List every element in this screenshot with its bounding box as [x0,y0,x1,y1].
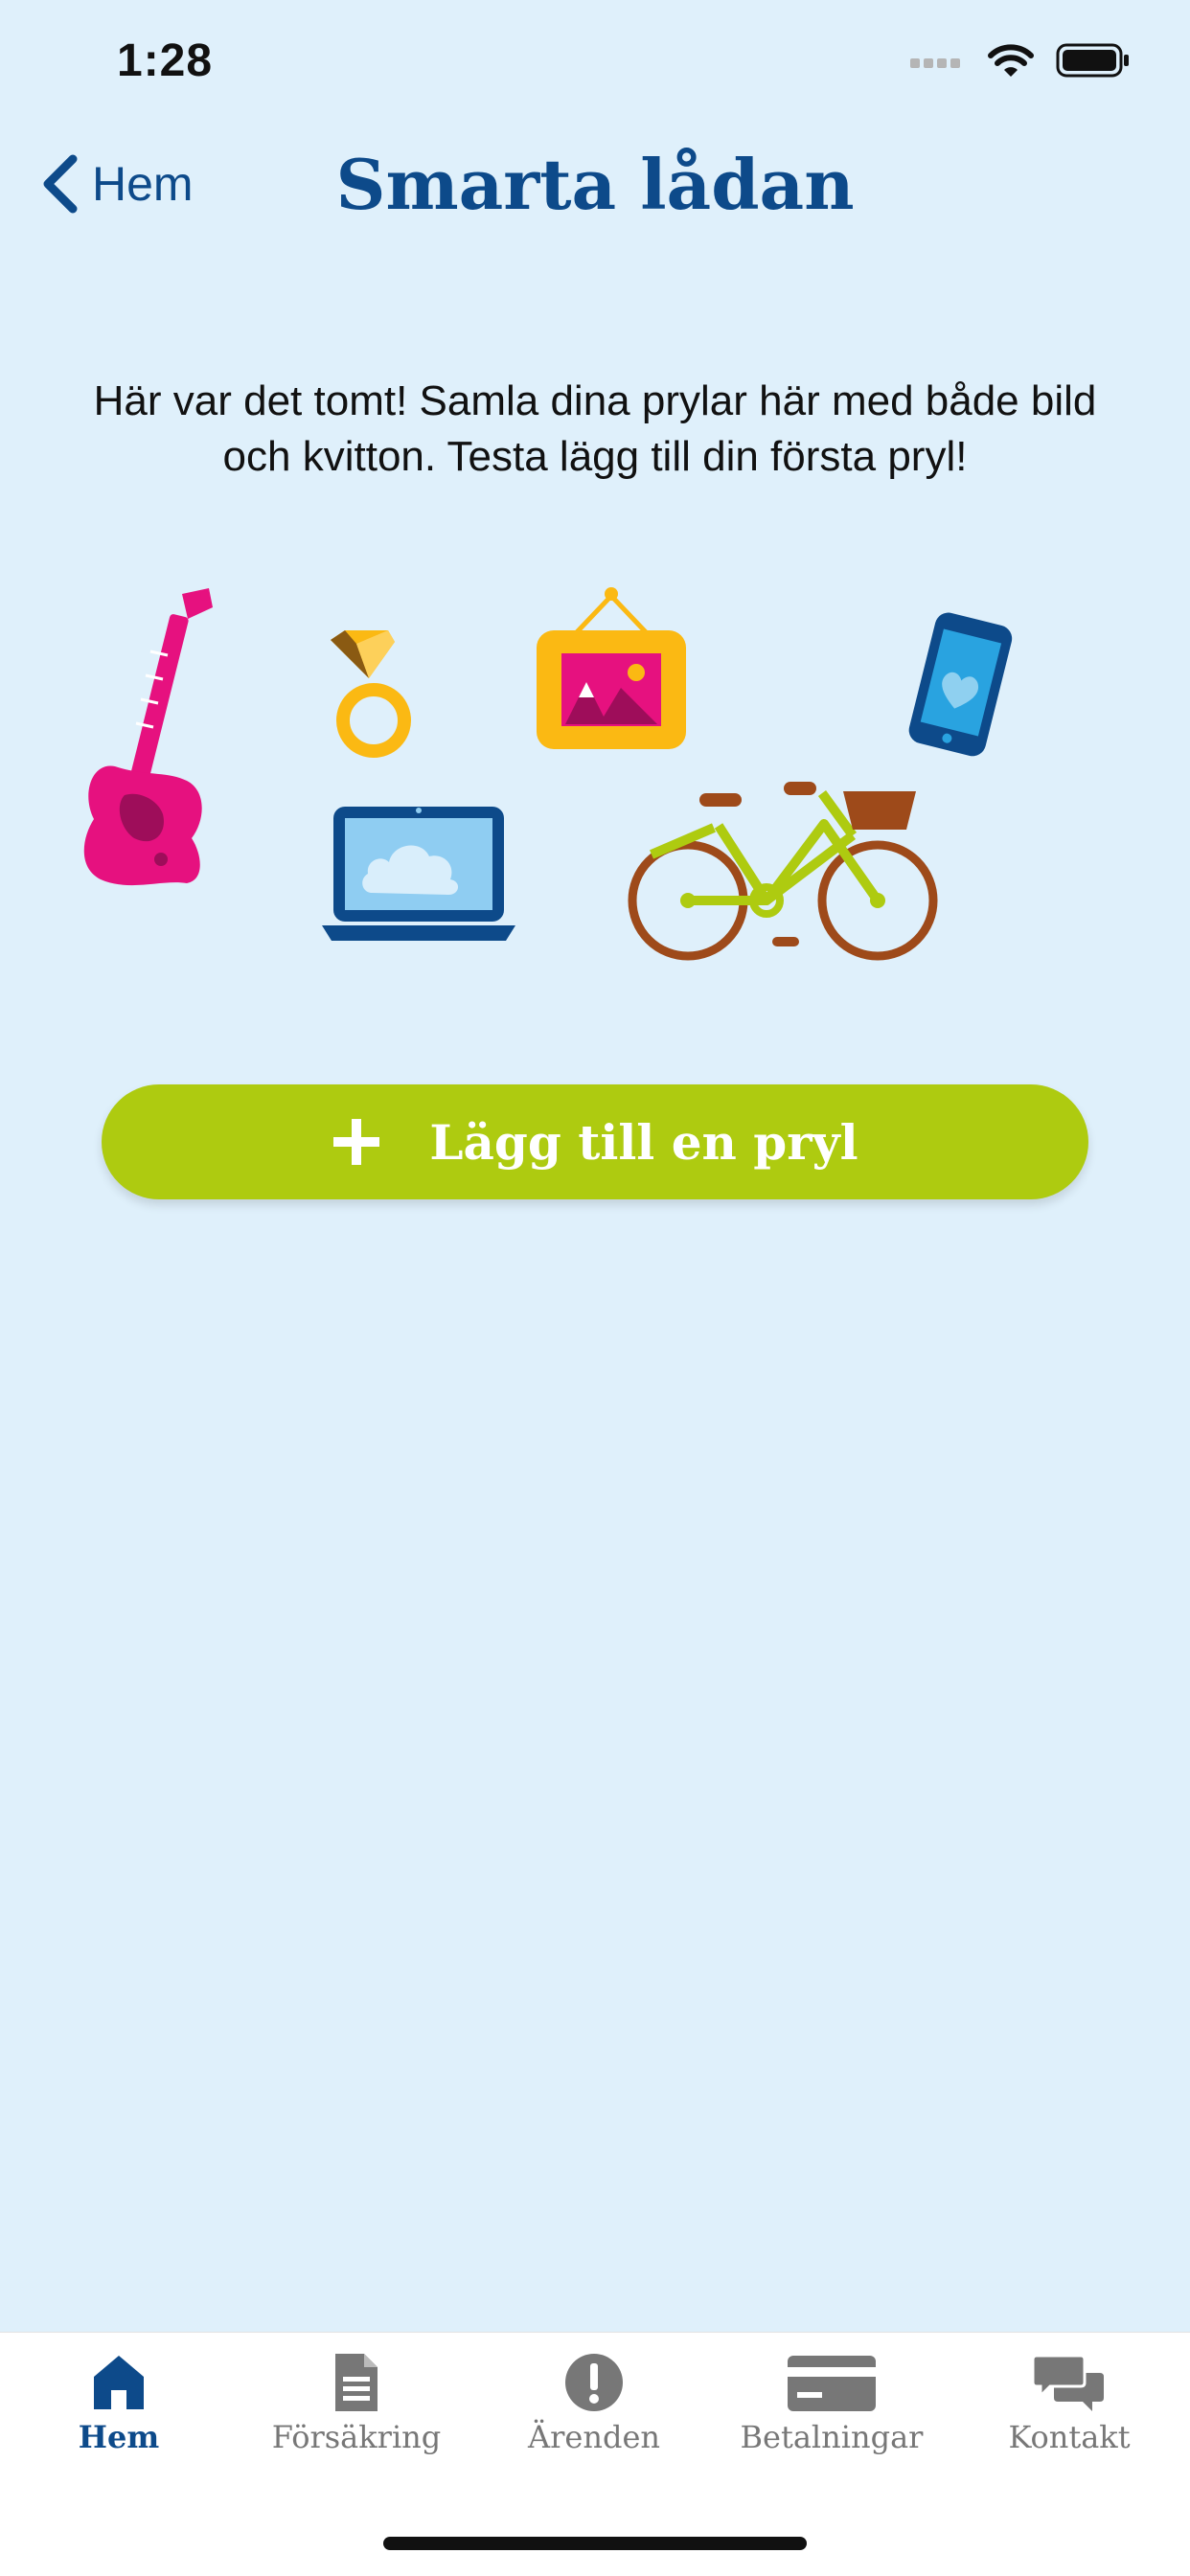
plus-icon [333,1119,380,1165]
page-title: Smarta lådan [335,144,855,225]
tab-arenden[interactable]: Ärenden [475,2333,713,2486]
laptop-cloud-icon [322,807,515,941]
empty-state-message: Här var det tomt! Samla dina prylar här … [93,377,1097,480]
document-icon [335,2354,378,2411]
tab-home[interactable]: Hem [0,2333,238,2486]
chat-bubbles-icon [1033,2354,1104,2411]
guitar-icon [83,588,213,886]
tab-betalningar-label: Betalningar [740,2419,924,2455]
ring-icon [331,630,411,758]
credit-card-icon [788,2356,876,2411]
tab-home-label: Hem [78,2419,160,2455]
tab-arenden-label: Ärenden [528,2419,660,2455]
tab-forsakring-label: Försäkring [271,2419,442,2455]
bicycle-icon [628,782,938,961]
tab-kontakt[interactable]: Kontakt [950,2333,1188,2486]
status-time: 1:28 [117,35,214,86]
phone-heart-icon [908,612,1013,757]
exclamation-icon [565,2354,623,2411]
tab-forsakring[interactable]: Försäkring [238,2333,475,2486]
tab-kontakt-label: Kontakt [1008,2419,1131,2455]
wifi-icon [988,44,1034,77]
home-icon [94,2356,144,2409]
framed-picture-icon [537,587,686,749]
empty-state-illustration [83,587,1013,961]
battery-icon [1056,43,1129,78]
add-item-button-label: Lägg till en pryl [429,1113,858,1171]
cellular-signal-icon [910,58,960,68]
status-icons [908,42,1131,79]
home-indicator[interactable] [383,2537,807,2550]
tab-betalningar[interactable]: Betalningar [713,2333,950,2486]
add-item-button[interactable]: Lägg till en pryl [102,1084,1088,1199]
